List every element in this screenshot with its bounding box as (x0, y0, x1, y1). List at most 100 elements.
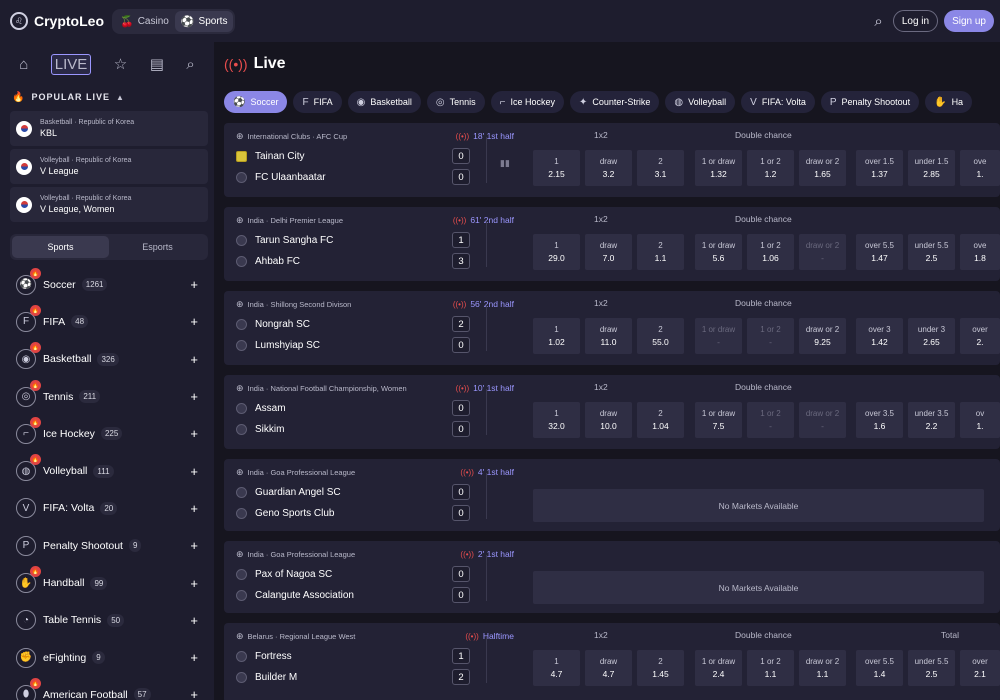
plus-icon[interactable]: + (190, 352, 198, 367)
plus-icon[interactable]: + (190, 426, 198, 441)
odds-button[interactable]: over 3.5 1.6 (856, 402, 903, 438)
odds-button[interactable]: draw 3.2 (585, 150, 632, 186)
odds-button[interactable]: under 5.5 2.5 (908, 234, 955, 270)
odds-button[interactable]: draw or 2 9.25 (799, 318, 846, 354)
sport-item-soccer[interactable]: ⚽ 🔥 Soccer 1261 + (0, 266, 214, 303)
team-away[interactable]: Builder M (236, 670, 297, 684)
odds-button[interactable]: 1 or 2 1.06 (747, 234, 794, 270)
team-home[interactable]: Pax of Nagoa SC (236, 567, 332, 581)
odds-button[interactable]: over 2.1 (960, 650, 1000, 686)
plus-icon[interactable]: + (190, 576, 198, 591)
sport-item-american-football[interactable]: ⬮ 🔥 American Football 57 + (0, 676, 214, 700)
odds-button[interactable]: draw 7.0 (585, 234, 632, 270)
odds-button[interactable]: 1 or draw 7.5 (695, 402, 742, 438)
star-icon[interactable]: ☆ (114, 55, 127, 73)
filter-chip-penalty-shootout[interactable]: P Penalty Shootout (820, 91, 920, 113)
filter-chip-ice-hockey[interactable]: ⌐ Ice Hockey (490, 91, 564, 113)
plus-icon[interactable]: + (190, 613, 198, 628)
sport-item-volleyball[interactable]: ◍ 🔥 Volleyball 111 + (0, 452, 214, 489)
tab-esports[interactable]: Esports (109, 236, 206, 258)
odds-button[interactable]: 1 1.02 (533, 318, 580, 354)
odds-button[interactable]: 2 1.1 (637, 234, 684, 270)
odds-button[interactable]: over 3 1.42 (856, 318, 903, 354)
team-home[interactable]: Tainan City (236, 149, 304, 163)
odds-button[interactable]: over 1.5 1.37 (856, 150, 903, 186)
live-badge-icon[interactable]: LIVE (50, 53, 92, 75)
filter-chip-basketball[interactable]: ◉ Basketball (347, 91, 421, 113)
filter-chip-ha[interactable]: ✋ Ha (925, 91, 973, 113)
filter-chip-volleyball[interactable]: ◍ Volleyball (665, 91, 736, 113)
search-icon[interactable]: ⌕ (874, 13, 882, 30)
team-home[interactable]: Assam (236, 401, 286, 415)
odds-button[interactable]: 1 32.0 (533, 402, 580, 438)
odds-button[interactable]: under 3 2.65 (908, 318, 955, 354)
team-away[interactable]: Ahbab FC (236, 254, 300, 268)
odds-button[interactable]: draw or 2 1.65 (799, 150, 846, 186)
odds-button[interactable]: 1 or 2 1.1 (747, 650, 794, 686)
odds-button[interactable]: 2 1.45 (637, 650, 684, 686)
plus-icon[interactable]: + (190, 464, 198, 479)
sport-item-fifa-volta[interactable]: V FIFA: Volta 20 + (0, 490, 214, 527)
odds-button[interactable]: 2 1.04 (637, 402, 684, 438)
team-home[interactable]: Guardian Angel SC (236, 485, 341, 499)
plus-icon[interactable]: + (190, 314, 198, 329)
filter-chip-fifa[interactable]: F FIFA (293, 91, 342, 113)
team-away[interactable]: Lumshyiap SC (236, 338, 320, 352)
logo[interactable]: ♌ CryptoLeo (10, 12, 104, 30)
plus-icon[interactable]: + (190, 501, 198, 516)
popular-live-item[interactable]: Basketball · Republic of Korea KBL (10, 111, 208, 146)
filter-chip-soccer[interactable]: ⚽ Soccer (224, 91, 288, 113)
search-icon[interactable]: ⌕ (186, 56, 194, 73)
casino-mode-button[interactable]: 🍒 Casino (114, 11, 175, 32)
filter-chip-tennis[interactable]: ◎ Tennis (426, 91, 485, 113)
sport-item-fifa[interactable]: F 🔥 FIFA 48 + (0, 303, 214, 340)
popular-live-header[interactable]: 🔥 POPULAR LIVE ▲ (0, 86, 214, 108)
filter-chip-counter-strike[interactable]: ✦ Counter-Strike (569, 91, 660, 113)
plus-icon[interactable]: + (190, 277, 198, 292)
odds-button[interactable]: draw 4.7 (585, 650, 632, 686)
odds-button[interactable]: under 3.5 2.2 (908, 402, 955, 438)
sport-item-basketball[interactable]: ◉ 🔥 Basketball 326 + (0, 341, 214, 378)
plus-icon[interactable]: + (190, 538, 198, 553)
team-home[interactable]: Nongrah SC (236, 317, 310, 331)
popular-live-item[interactable]: Volleyball · Republic of Korea V League (10, 149, 208, 184)
home-icon[interactable]: ⌂ (19, 56, 28, 73)
sport-item-penalty-shootout[interactable]: P Penalty Shootout 9 + (0, 527, 214, 564)
odds-button[interactable]: under 5.5 2.5 (908, 650, 955, 686)
popular-live-item[interactable]: Volleyball · Republic of Korea V League, … (10, 187, 208, 222)
odds-button[interactable]: over 5.5 1.4 (856, 650, 903, 686)
odds-button[interactable]: 1 29.0 (533, 234, 580, 270)
team-away[interactable]: FC Ulaanbaatar (236, 170, 326, 184)
odds-button[interactable]: under 1.5 2.85 (908, 150, 955, 186)
login-button[interactable]: Log in (892, 10, 939, 32)
betslip-icon[interactable]: ▤ (150, 55, 164, 73)
odds-button[interactable]: 2 55.0 (637, 318, 684, 354)
odds-button[interactable]: 2 3.1 (637, 150, 684, 186)
team-away[interactable]: Sikkim (236, 422, 284, 436)
odds-button[interactable]: ove 1. (960, 150, 1000, 186)
odds-button[interactable]: over 5.5 1.47 (856, 234, 903, 270)
sports-mode-button[interactable]: ⚽ Sports (174, 10, 234, 32)
odds-button[interactable]: 1 4.7 (533, 650, 580, 686)
odds-button[interactable]: 1 2.15 (533, 150, 580, 186)
sport-item-table-tennis[interactable]: ◔ Table Tennis 50 + (0, 602, 214, 639)
sport-item-efighting[interactable]: ✊ eFighting 9 + (0, 639, 214, 676)
sport-item-ice-hockey[interactable]: ⌐ 🔥 Ice Hockey 225 + (0, 415, 214, 452)
odds-button[interactable]: draw or 2 1.1 (799, 650, 846, 686)
odds-button[interactable]: 1 or draw 5.6 (695, 234, 742, 270)
tab-sports[interactable]: Sports (12, 236, 109, 258)
team-away[interactable]: Calangute Association (236, 588, 354, 602)
odds-button[interactable]: 1 or 2 1.2 (747, 150, 794, 186)
sport-item-tennis[interactable]: ◎ 🔥 Tennis 211 + (0, 378, 214, 415)
odds-button[interactable]: ove 1.8 (960, 234, 1000, 270)
odds-button[interactable]: 1 or draw 1.32 (695, 150, 742, 186)
odds-button[interactable]: ov 1. (960, 402, 1000, 438)
plus-icon[interactable]: + (190, 389, 198, 404)
sport-item-handball[interactable]: ✋ 🔥 Handball 99 + (0, 564, 214, 601)
odds-button[interactable]: 1 or draw 2.4 (695, 650, 742, 686)
odds-button[interactable]: over 2. (960, 318, 1000, 354)
plus-icon[interactable]: + (190, 687, 198, 700)
odds-button[interactable]: draw 10.0 (585, 402, 632, 438)
team-home[interactable]: Fortress (236, 649, 292, 663)
stats-icon[interactable]: ▮▮ (500, 158, 510, 169)
